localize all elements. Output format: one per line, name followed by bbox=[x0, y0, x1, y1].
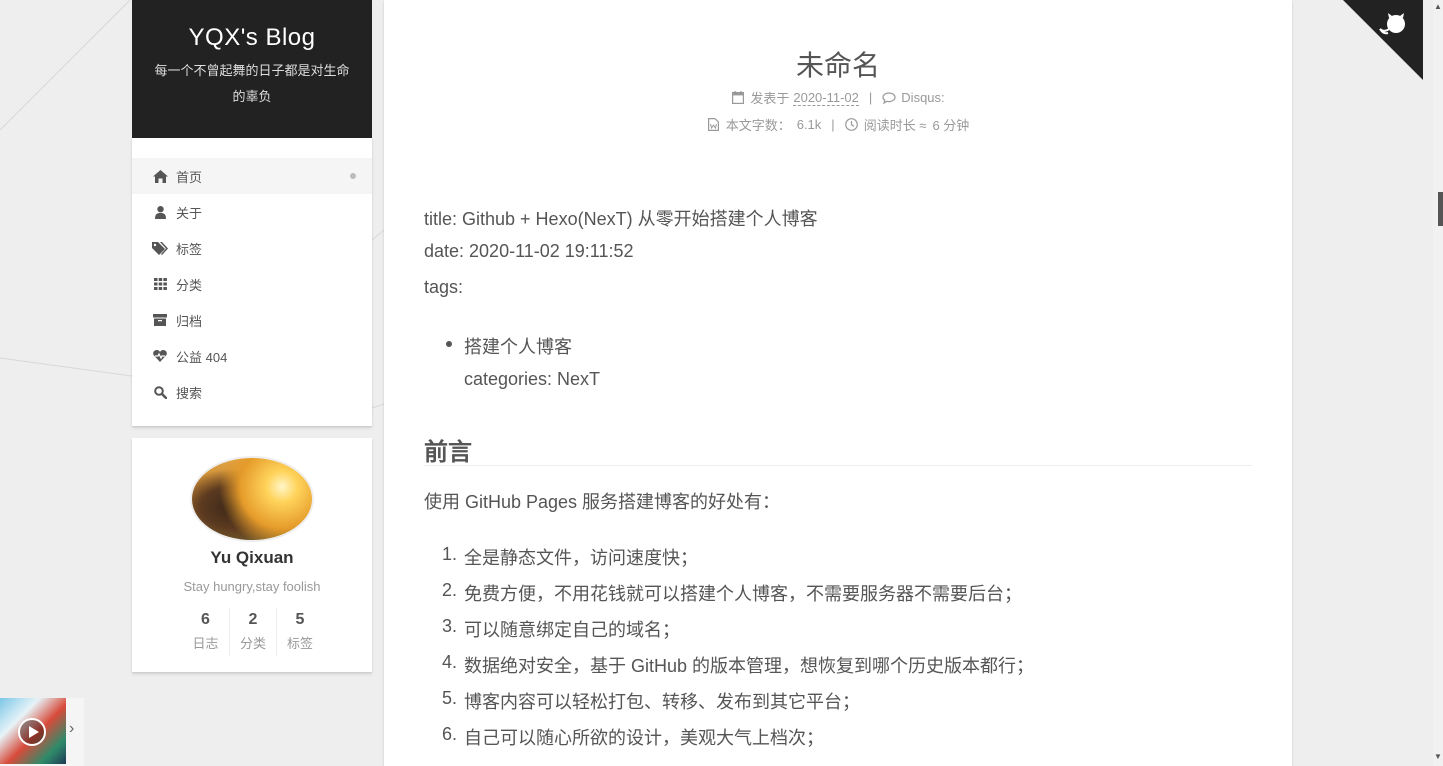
active-indicator bbox=[350, 173, 356, 179]
heading-divider bbox=[424, 465, 1252, 466]
search-icon bbox=[152, 384, 168, 400]
stat-label: 日志 bbox=[192, 636, 219, 651]
tags-icon bbox=[152, 240, 168, 256]
benefit-item: 自己可以随心所欲的设计，美观大气上档次； bbox=[464, 728, 824, 748]
menu-item-home[interactable]: 首页 bbox=[132, 158, 372, 194]
page-scrollbar[interactable]: ▲ ▼ bbox=[1433, 0, 1443, 766]
wordcount-value: 6.1k bbox=[796, 117, 822, 132]
user-icon bbox=[152, 204, 168, 220]
stat-label: 分类 bbox=[239, 636, 266, 651]
benefit-number: 6. bbox=[442, 724, 458, 744]
menu-item-tags[interactable]: 标签 bbox=[132, 230, 372, 266]
play-icon[interactable] bbox=[18, 718, 46, 746]
menu-item-label: 关于 bbox=[176, 205, 203, 221]
posted-date[interactable]: 2020-11-02 bbox=[793, 90, 859, 106]
archive-icon bbox=[152, 312, 168, 328]
tag-list-item: 搭建个人博客 bbox=[464, 337, 572, 357]
github-corner-icon[interactable] bbox=[1343, 0, 1423, 80]
scroll-up-icon[interactable]: ▲ bbox=[1433, 2, 1443, 12]
list-bullet bbox=[446, 341, 452, 347]
file-word-icon bbox=[707, 118, 721, 132]
menu-item-search[interactable]: 搜索 bbox=[132, 374, 372, 410]
site-title[interactable]: YQX's Blog bbox=[132, 24, 372, 52]
author-profile: Yu Qixuan Stay hungry,stay foolish 6 日志 … bbox=[132, 438, 372, 672]
intro-paragraph: 使用 GitHub Pages 服务搭建博客的好处有： bbox=[424, 492, 781, 512]
author-name: Yu Qixuan bbox=[210, 548, 294, 567]
menu-item-label: 分类 bbox=[176, 277, 203, 293]
post-article: 未命名 发表于 2020-11-02 | Disqus: 本文字数： 6.1k … bbox=[384, 0, 1292, 766]
site-subtitle: 每一个不曾起舞的日子都是对生命的辜负 bbox=[154, 63, 350, 104]
front-matter-date: date: 2020-11-02 19:11:52 bbox=[424, 241, 634, 261]
menu-item-categories[interactable]: 分类 bbox=[132, 266, 372, 302]
clock-icon bbox=[845, 118, 859, 132]
readtime-value: 6 分钟 bbox=[932, 118, 970, 133]
benefit-number: 3. bbox=[442, 616, 458, 636]
site-brand: YQX's Blog 每一个不曾起舞的日子都是对生命的辜负 bbox=[132, 0, 372, 138]
stat-posts[interactable]: 6 日志 bbox=[182, 608, 229, 656]
stat-count: 2 bbox=[248, 611, 258, 628]
post-meta-primary: 发表于 2020-11-02 | Disqus: bbox=[384, 88, 1292, 107]
stat-count: 6 bbox=[201, 611, 210, 628]
music-player: › bbox=[0, 698, 84, 766]
heartbeat-icon bbox=[152, 348, 168, 364]
menu-item-label: 标签 bbox=[176, 241, 203, 257]
post-meta-secondary: 本文字数： 6.1k | 阅读时长 ≈ 6 分钟 bbox=[384, 115, 1292, 134]
benefit-number: 1. bbox=[442, 544, 458, 564]
benefit-item: 可以随意绑定自己的域名； bbox=[464, 620, 680, 640]
menu-item-label: 搜索 bbox=[176, 385, 203, 401]
stat-label: 标签 bbox=[286, 636, 313, 651]
menu-item-about[interactable]: 关于 bbox=[132, 194, 372, 230]
benefit-item: 免费方便，不用花钱就可以搭建个人博客，不需要服务器不需要后台； bbox=[464, 584, 1022, 604]
benefit-item: 数据绝对安全，基于 GitHub 的版本管理，想恢复到哪个历史版本都行； bbox=[464, 656, 1035, 676]
benefit-number: 4. bbox=[442, 652, 458, 672]
disqus-label[interactable]: Disqus: bbox=[901, 90, 944, 105]
benefit-item: 博客内容可以轻松打包、转移、发布到其它平台； bbox=[464, 692, 860, 712]
section-heading: 前言 bbox=[424, 439, 472, 466]
site-stats: 6 日志 2 分类 5 标签 bbox=[182, 608, 323, 656]
stat-categories[interactable]: 2 分类 bbox=[229, 608, 276, 656]
benefit-number: 2. bbox=[442, 580, 458, 600]
post-title: 未命名 bbox=[795, 50, 880, 81]
home-icon bbox=[152, 168, 168, 184]
calendar-icon bbox=[731, 91, 745, 105]
readtime-label: 阅读时长 ≈ bbox=[863, 118, 927, 133]
menu-item-archives[interactable]: 归档 bbox=[132, 302, 372, 338]
wordcount-label: 本文字数： bbox=[725, 118, 791, 133]
author-avatar bbox=[190, 456, 314, 542]
benefit-number: 5. bbox=[442, 688, 458, 708]
author-motto: Stay hungry,stay foolish bbox=[183, 579, 321, 594]
sidebar-menu: 首页 关于 标签 分类 归档 公益 404 搜索 bbox=[132, 138, 372, 426]
front-matter-title: title: Github + Hexo(NexT) 从零开始搭建个人博客 bbox=[424, 209, 818, 229]
meta-separator: | bbox=[831, 117, 835, 132]
menu-item-label: 首页 bbox=[176, 169, 203, 185]
front-matter-tags: tags: bbox=[424, 277, 464, 297]
scroll-down-icon[interactable]: ▼ bbox=[1433, 752, 1443, 762]
expand-arrow-icon[interactable]: › bbox=[69, 720, 74, 738]
menu-item-404[interactable]: 公益 404 bbox=[132, 338, 372, 374]
menu-item-label: 公益 404 bbox=[176, 349, 228, 365]
comment-icon bbox=[882, 91, 896, 105]
posted-label: 发表于 bbox=[750, 91, 790, 106]
meta-separator: | bbox=[868, 90, 873, 105]
benefit-item: 全是静态文件，访问速度快； bbox=[464, 548, 698, 568]
front-matter-categories: categories: NexT bbox=[464, 369, 601, 389]
stat-tags[interactable]: 5 标签 bbox=[276, 608, 323, 656]
scroll-thumb[interactable] bbox=[1438, 192, 1443, 226]
stat-count: 5 bbox=[295, 611, 305, 628]
menu-item-label: 归档 bbox=[176, 313, 203, 329]
th-grid-icon bbox=[152, 276, 168, 292]
